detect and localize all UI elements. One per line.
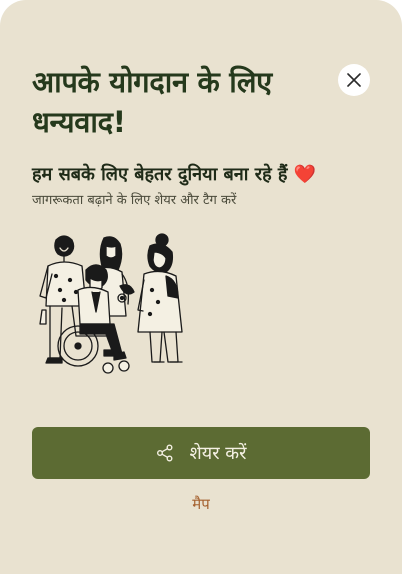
share-caption: जागरूकता बढ़ाने के लिए शेयर और टैग करें: [32, 193, 237, 208]
share-button-label: शेयर करें: [189, 443, 247, 464]
dialog-title: आपके योगदान के लिए धन्यवाद!: [32, 65, 272, 139]
heart-icon: ❤️: [293, 164, 317, 185]
share-button[interactable]: शेयर करें: [32, 427, 370, 479]
dialog-subtitle: हम सबके लिए बेहतर दुनिया बना रहे हैं ❤️: [32, 162, 372, 188]
people-illustration: [34, 230, 184, 376]
share-icon: [156, 444, 174, 462]
close-button[interactable]: [338, 64, 370, 96]
map-link[interactable]: मैप: [0, 494, 402, 514]
close-icon: [347, 73, 361, 87]
thank-you-dialog: आपके योगदान के लिए धन्यवाद! हम सबके लिए …: [0, 0, 402, 574]
subtitle-text: हम सबके लिए बेहतर दुनिया बना रहे हैं: [32, 164, 288, 185]
